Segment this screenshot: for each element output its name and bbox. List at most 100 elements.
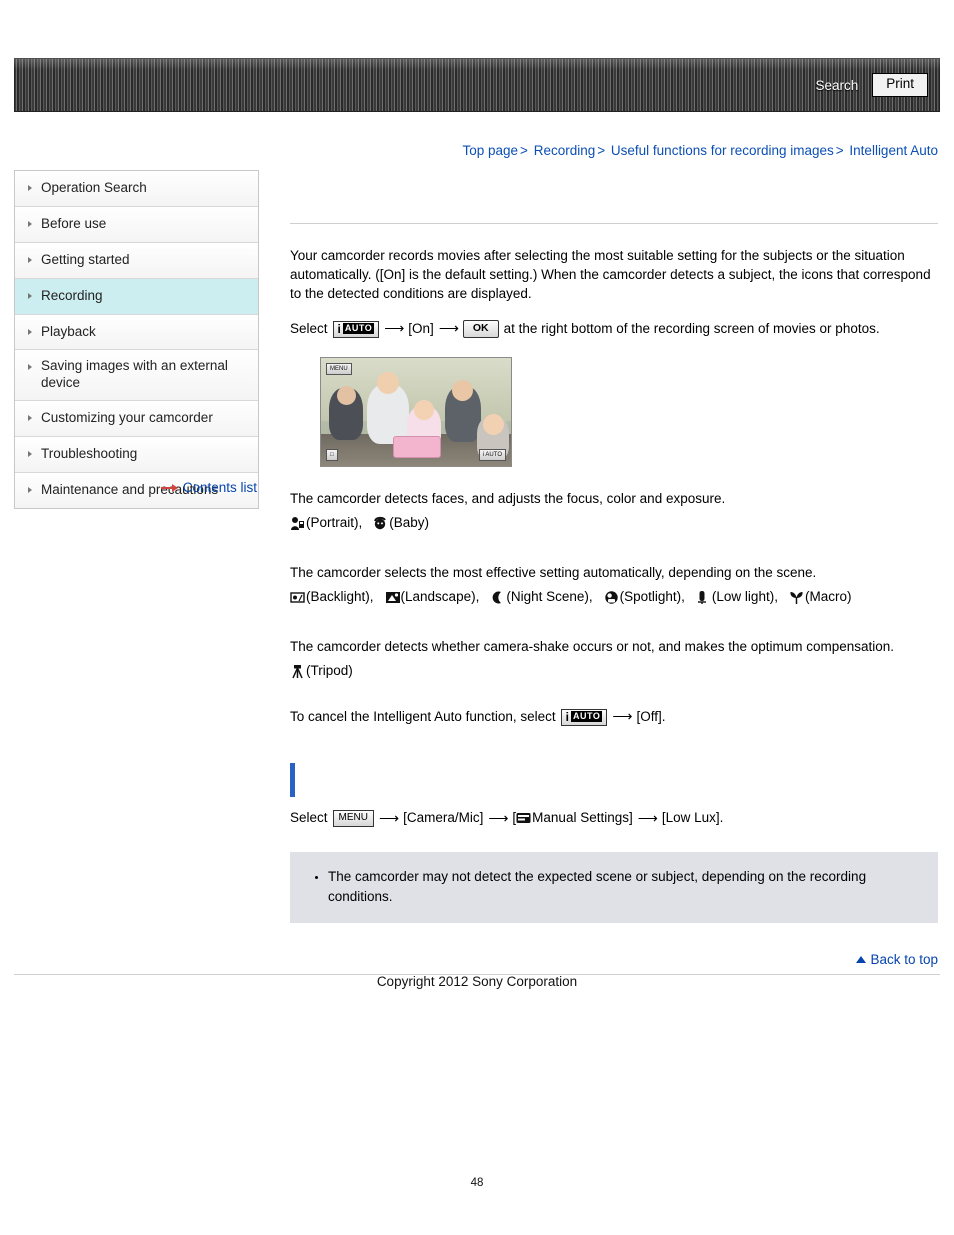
chevron-right-icon: [28, 220, 32, 227]
tripod-label: (Tripod): [306, 663, 353, 679]
low-lux-label: [Low Lux].: [661, 810, 724, 826]
chevron-right-icon: [28, 292, 32, 299]
arrow-right-icon: ⟶: [384, 320, 404, 337]
sidebar-item-label: Operation Search: [41, 180, 147, 195]
scene-icon-list: (Backlight), (Landscape), (Night Scene),…: [290, 588, 938, 607]
landscape-icon: [385, 590, 400, 605]
sidebar-item-label: Playback: [41, 323, 96, 339]
back-to-top-wrap: Back to top: [290, 952, 938, 967]
main-content: Your camcorder records movies after sele…: [290, 185, 938, 923]
triangle-up-icon: [856, 956, 867, 963]
intelligent-auto-icon[interactable]: i AUTO: [332, 320, 380, 338]
breadcrumb: Top page > Recording > Useful functions fo…: [462, 143, 938, 158]
copyright-text: Copyright 2012 Sony Corporation: [376, 974, 578, 989]
photo-iauto-badge: i AUTO: [478, 449, 506, 462]
select-label: Select: [290, 320, 328, 336]
low-light-icon: [696, 590, 711, 605]
manual-settings-label: Manual Settings]: [532, 810, 633, 826]
faces-paragraph: The camcorder detects faces, and adjusts…: [290, 491, 726, 507]
cancel-instruction-line: To cancel the Intelligent Auto function,…: [290, 707, 938, 727]
contents-list-link[interactable]: Contents list: [183, 480, 257, 495]
intelligent-auto-icon[interactable]: i AUTO: [560, 708, 608, 726]
breadcrumb-separator: >: [597, 143, 606, 158]
breadcrumb-item-useful-functions[interactable]: Useful functions for recording images: [611, 143, 834, 158]
tripod-icon: [290, 664, 305, 679]
ok-button-icon[interactable]: OK: [462, 320, 499, 339]
content-top-divider: [290, 223, 938, 224]
sidebar-item-troubleshooting[interactable]: Troubleshooting: [15, 437, 258, 473]
photo-cake: [393, 436, 441, 459]
sidebar-item-playback[interactable]: Playback: [15, 314, 258, 351]
arrow-right-icon: ⟶: [488, 809, 508, 826]
sidebar-item-label: Getting started: [41, 251, 130, 267]
sidebar-item-operation-search[interactable]: Operation Search: [15, 171, 258, 207]
section-marker: [290, 762, 295, 797]
contents-list-link-wrap: Contents list: [14, 480, 257, 496]
sidebar-item-label: Troubleshooting: [41, 446, 138, 461]
print-button[interactable]: Print: [872, 73, 928, 97]
chevron-right-icon: [28, 415, 32, 422]
photo-head-far-right: [483, 414, 504, 436]
iauto-i-glyph: i: [337, 321, 341, 336]
iauto-i-glyph: i: [565, 709, 570, 724]
shake-paragraph: The camcorder detects whether camera-sha…: [290, 639, 895, 655]
chevron-right-icon: [28, 451, 32, 457]
arrow-right-icon: ⟶: [637, 809, 658, 826]
page-header-bar: Search Print: [14, 58, 940, 112]
arrow-right-icon: ⟶: [378, 809, 399, 826]
sample-recording-screen-image: MENU □ i AUTO: [320, 357, 512, 468]
night-scene-label: (Night Scene),: [506, 589, 593, 605]
spotlight-icon: [604, 590, 619, 605]
select-line-tail: at the right bottom of the recording scr…: [503, 320, 880, 336]
sidebar-item-customizing[interactable]: Customizing your camcorder: [15, 401, 258, 437]
photo-menu-badge: MENU: [326, 363, 352, 376]
menu-button-icon[interactable]: MENU: [332, 810, 374, 828]
photo-head-right: [452, 380, 473, 402]
shake-icon-list: (Tripod): [290, 662, 938, 681]
breadcrumb-separator: >: [520, 143, 528, 158]
backlight-label: (Backlight),: [306, 589, 374, 605]
portrait-icon: [290, 516, 305, 531]
macro-icon: [789, 590, 804, 605]
sidebar-item-label: Recording: [41, 287, 103, 303]
manual-settings-icon: [516, 811, 531, 826]
photo-head-left: [337, 386, 356, 406]
arrow-right-icon: [160, 481, 179, 496]
on-option-label: [On]: [408, 320, 434, 336]
search-label[interactable]: Search: [815, 78, 858, 93]
sidebar-nav: Operation Search Before use Getting star…: [14, 170, 259, 509]
sidebar-item-saving-images[interactable]: Saving images with an external device: [15, 350, 258, 402]
note-item: The camcorder may not detect the expecte…: [328, 867, 920, 906]
breadcrumb-item-top-page[interactable]: Top page: [462, 143, 518, 158]
chevron-right-icon: [28, 256, 32, 263]
back-to-top-link[interactable]: Back to top: [870, 952, 938, 967]
low-light-label: (Low light),: [711, 589, 778, 605]
faces-icon-list: (Portrait), (Baby): [290, 514, 938, 533]
select-label: Select: [290, 810, 328, 826]
night-scene-icon: [490, 590, 505, 605]
backlight-icon: [290, 590, 305, 605]
baby-label: (Baby): [389, 515, 430, 531]
sidebar-item-label: Customizing your camcorder: [41, 410, 213, 426]
select-instruction-line: Select i AUTO ⟶ [On] ⟶ OK at the right b…: [290, 319, 938, 339]
photo-head-center: [377, 372, 399, 395]
menu-instruction-line: Select MENU ⟶ [Camera/Mic] ⟶ [ Manual Se…: [290, 809, 938, 829]
sidebar-item-before-use[interactable]: Before use: [15, 206, 258, 243]
sidebar-item-recording[interactable]: Recording: [15, 278, 258, 315]
breadcrumb-item-recording[interactable]: Recording: [534, 143, 596, 158]
breadcrumb-separator: >: [835, 143, 844, 158]
arrow-right-icon: ⟶: [438, 320, 459, 337]
iauto-auto-glyph: AUTO: [571, 711, 603, 722]
photo-mode-badge: □: [326, 449, 338, 462]
photo-head-child: [414, 400, 434, 421]
sidebar-item-label: Before use: [41, 215, 107, 231]
chevron-right-icon: [28, 185, 32, 191]
page-number: 48: [470, 1177, 484, 1189]
macro-label: (Macro): [804, 589, 852, 605]
arrow-right-icon: ⟶: [612, 708, 632, 725]
scene-paragraph: The camcorder selects the most effective…: [290, 565, 817, 581]
breadcrumb-item-intelligent-auto[interactable]: Intelligent Auto: [849, 143, 938, 158]
portrait-label: (Portrait),: [306, 515, 363, 531]
sidebar-item-getting-started[interactable]: Getting started: [15, 242, 258, 279]
spotlight-label: (Spotlight),: [619, 589, 685, 605]
